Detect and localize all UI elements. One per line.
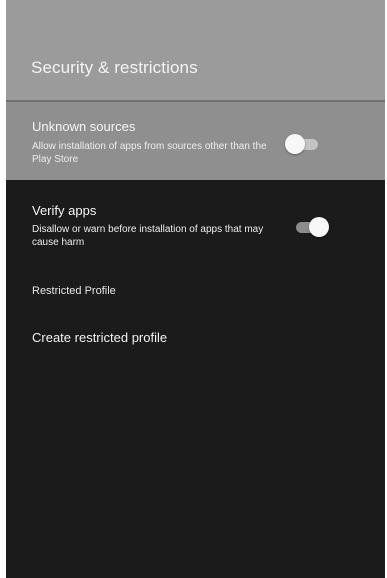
create-restricted-profile-item[interactable]: Create restricted profile <box>32 330 167 345</box>
verify-apps-row[interactable]: Verify apps Disallow or warn before inst… <box>6 190 385 260</box>
unknown-sources-title: Unknown sources <box>32 119 136 134</box>
verify-apps-title: Verify apps <box>32 203 97 218</box>
restricted-profile-section-label: Restricted Profile <box>32 285 116 297</box>
verify-apps-toggle[interactable] <box>293 217 329 237</box>
unknown-sources-description: Allow installation of apps from sources … <box>32 141 267 165</box>
toggle-thumb <box>309 217 329 237</box>
unknown-sources-row[interactable]: Unknown sources Allow installation of ap… <box>6 102 385 180</box>
settings-panel: Security & restrictions Unknown sources … <box>6 0 385 578</box>
unknown-sources-toggle[interactable] <box>285 134 321 154</box>
header: Security & restrictions <box>6 0 385 100</box>
toggle-thumb <box>285 134 305 154</box>
verify-apps-description: Disallow or warn before installation of … <box>32 224 264 248</box>
page-title: Security & restrictions <box>31 58 198 77</box>
